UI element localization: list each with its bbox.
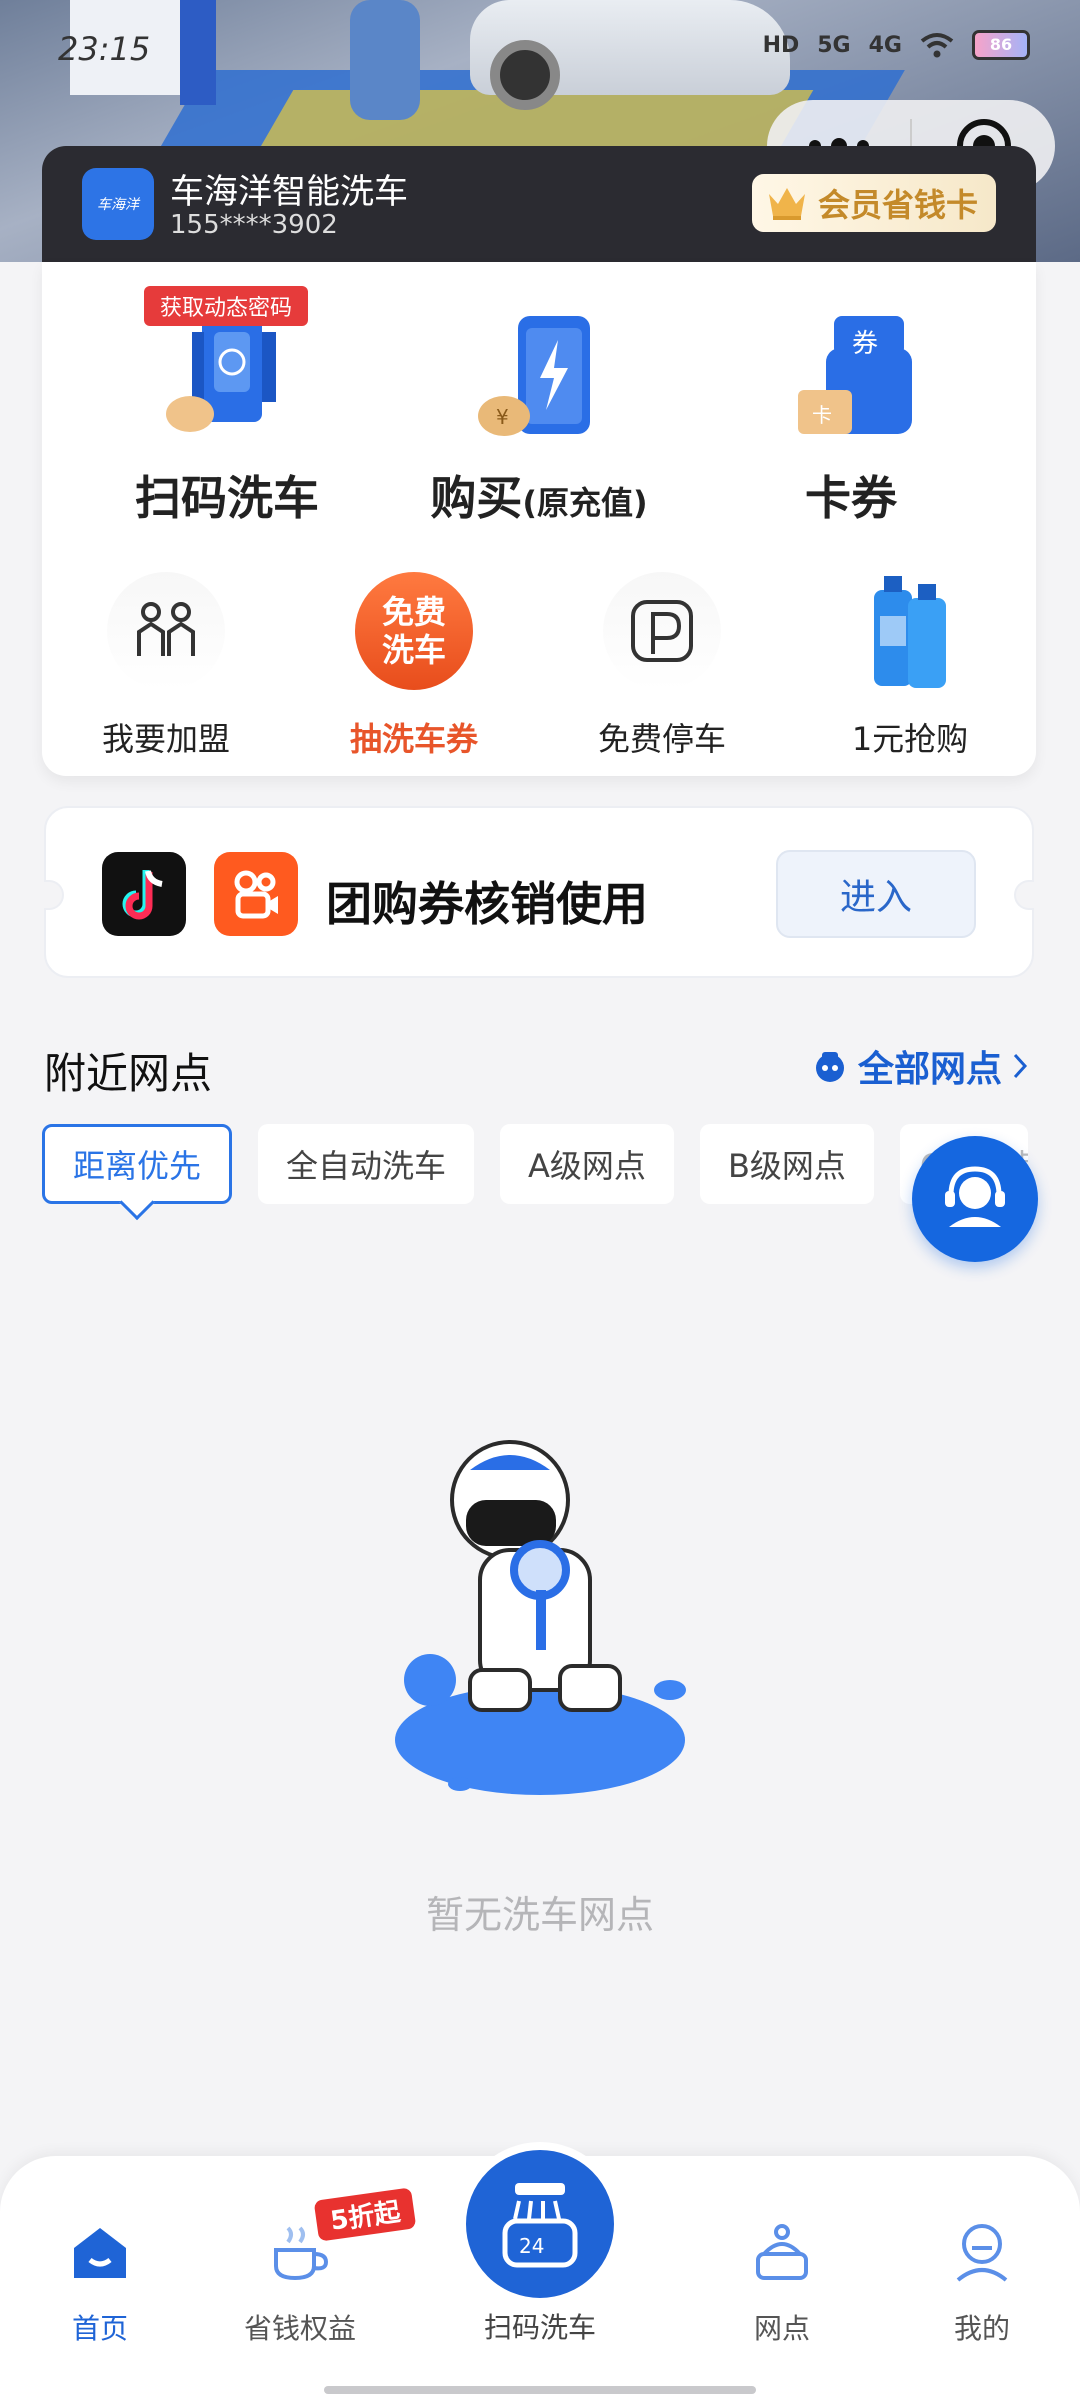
brand-logo: 车海洋	[82, 168, 154, 240]
filter-auto-wash[interactable]: 全自动洗车	[258, 1124, 475, 1204]
washer-fluid-icon	[851, 572, 969, 690]
empty-state-robot-illustration	[395, 1440, 686, 1795]
vip-card-button[interactable]: 会员省钱卡	[751, 174, 996, 232]
all-stations-link[interactable]: 全部网点	[812, 1040, 1028, 1092]
parking-label: 免费停车	[597, 720, 726, 758]
station-icon	[756, 2224, 808, 2280]
free-wash-entry[interactable]: 免费洗车 抽洗车券	[290, 572, 538, 772]
tab-home[interactable]: 首页	[30, 2220, 170, 2347]
scan-wash-icon: 24	[502, 2183, 578, 2268]
recharge-entry[interactable]: ¥ 购买(原充值)	[374, 262, 704, 525]
discount-badge: 5折起	[313, 2187, 417, 2242]
one-yuan-deal-entry[interactable]: 1元抢购	[786, 572, 1034, 772]
wifi-icon	[920, 33, 954, 58]
5g-signal-icon: 5G	[817, 32, 851, 58]
user-phone: 155****3902	[170, 210, 338, 240]
4g-signal-icon: 4G	[868, 32, 902, 58]
tab-home-label: 首页	[71, 2312, 128, 2345]
franchise-entry[interactable]: 我要加盟	[42, 572, 290, 772]
home-icon	[74, 2228, 126, 2278]
kuaishou-icon	[214, 852, 298, 936]
status-icons: HD 5G 4G 86	[763, 30, 1030, 60]
crown-icon	[768, 188, 805, 220]
svg-text:24: 24	[519, 2234, 544, 2258]
recharge-label: 购买(原充值)	[374, 462, 704, 528]
status-time: 23:15	[58, 30, 151, 68]
station-icon	[815, 1052, 844, 1082]
banner-pillar	[180, 0, 216, 105]
svg-text:卡: 卡	[812, 403, 832, 427]
franchise-label: 我要加盟	[101, 720, 230, 758]
all-stations-label: 全部网点	[857, 1049, 1002, 1090]
tab-savings[interactable]: 省钱权益	[230, 2220, 370, 2347]
nearby-title: 附近网点	[44, 1049, 213, 1098]
chevron-right-icon	[1013, 1053, 1028, 1079]
tab-savings-label: 省钱权益	[243, 2312, 356, 2345]
tab-stations[interactable]: 网点	[712, 2220, 852, 2347]
filter-chips: 距离优先 全自动洗车 A级网点 B级网点 C级网点	[42, 1124, 1028, 1204]
one-yuan-deal-label: 1元抢购	[851, 720, 969, 758]
coupon-wallet-icon: 券 卡	[798, 316, 912, 434]
banner-person	[350, 0, 420, 120]
tab-scan-wash-button[interactable]: 24	[458, 2142, 622, 2306]
free-wash-icon: 免费洗车	[355, 572, 473, 690]
group-buy-title: 团购券核销使用	[326, 877, 648, 931]
group-buy-card: 团购券核销使用 进入	[44, 806, 1034, 978]
tab-profile-label: 我的	[953, 2312, 1010, 2345]
brand-name: 车海洋智能洗车	[170, 172, 408, 212]
function-card: 获取动态密码 扫码洗车 ¥ 购买(原充值) 券 卡 卡券 我要加盟 免费洗车 抽…	[42, 262, 1036, 776]
coupon-entry[interactable]: 券 卡 卡券	[686, 262, 1016, 525]
svg-text:券: 券	[852, 329, 878, 359]
home-indicator[interactable]	[324, 2386, 756, 2394]
hd-indicator: HD	[762, 32, 800, 58]
free-wash-label: 抽洗车券	[349, 720, 478, 758]
card-notch-right	[1014, 880, 1034, 910]
profile-icon	[956, 2224, 1008, 2282]
douyin-icon	[102, 852, 186, 936]
scan-wash-label: 扫码洗车	[135, 471, 319, 525]
vip-card-label: 会员省钱卡	[817, 186, 978, 224]
empty-state-text: 暂无洗车网点	[425, 1893, 654, 1937]
headset-icon	[945, 1166, 1005, 1227]
dynamic-password-tag: 获取动态密码	[144, 286, 309, 326]
filter-b-level[interactable]: B级网点	[699, 1124, 874, 1204]
svg-text:¥: ¥	[496, 405, 509, 429]
parking-entry[interactable]: 免费停车	[538, 572, 786, 772]
recharge-label-sub: (原充值)	[522, 484, 648, 522]
franchise-icon	[107, 572, 225, 690]
banner-wheel	[490, 40, 560, 110]
parking-icon	[603, 572, 721, 690]
recharge-phone-icon: ¥	[478, 316, 590, 436]
customer-service-button[interactable]	[912, 1136, 1038, 1262]
scan-wash-entry[interactable]: 获取动态密码 扫码洗车	[62, 262, 392, 525]
recharge-label-main: 购买	[430, 471, 523, 525]
filter-distance[interactable]: 距离优先	[42, 1124, 233, 1204]
coupon-label: 卡券	[805, 471, 897, 525]
tab-profile[interactable]: 我的	[912, 2220, 1052, 2347]
enter-button[interactable]: 进入	[776, 850, 976, 938]
tab-scan-wash-label: 扫码洗车	[483, 2311, 596, 2344]
bottom-tab-bar: 首页 省钱权益 5折起 24 扫码洗车 网点 我的	[0, 2142, 1080, 2400]
battery-icon: 86	[972, 30, 1030, 60]
card-notch-left	[44, 880, 64, 910]
account-bar: 车海洋 车海洋智能洗车 155****3902 会员省钱卡	[42, 146, 1036, 262]
tab-stations-label: 网点	[753, 2312, 810, 2345]
filter-a-level[interactable]: A级网点	[500, 1124, 674, 1204]
